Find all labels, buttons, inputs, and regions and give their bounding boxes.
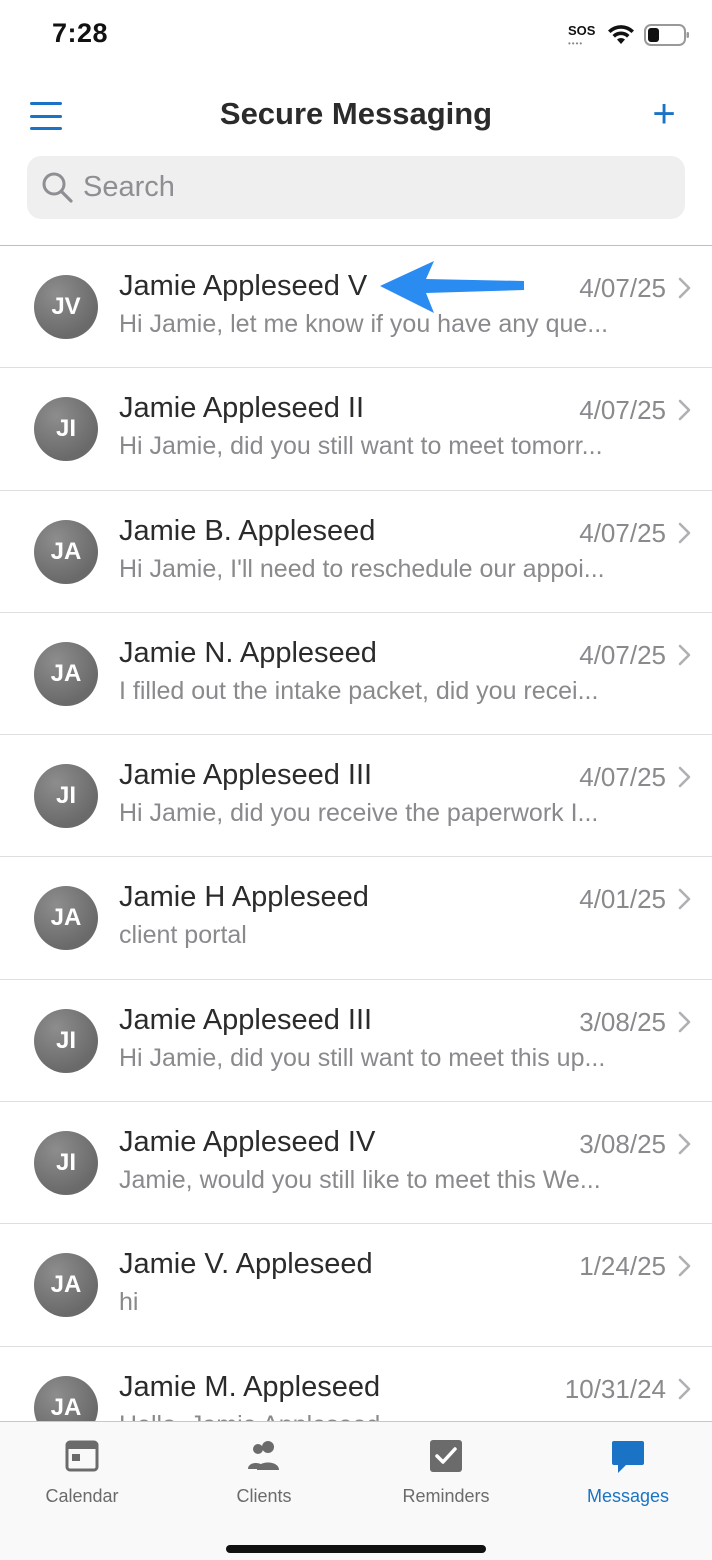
- message-date: 3/08/25: [579, 1006, 666, 1037]
- sos-signal-dots: ••••: [568, 39, 584, 48]
- messages-icon: [612, 1441, 644, 1473]
- navigation-bar: Secure Messaging +: [0, 80, 712, 152]
- annotation-arrow-icon: [380, 261, 524, 313]
- chevron-right-icon: [678, 277, 691, 299]
- avatar: JA: [34, 886, 98, 951]
- message-date: 4/07/25: [579, 639, 666, 670]
- avatar: JI: [34, 1131, 98, 1196]
- avatar: JA: [34, 1375, 98, 1421]
- tab-messages[interactable]: Messages: [563, 1436, 693, 1526]
- avatar: JA: [34, 519, 98, 584]
- chevron-right-icon: [678, 1256, 691, 1277]
- tab-reminders[interactable]: Reminders: [381, 1436, 511, 1526]
- message-date: 10/31/24: [564, 1373, 666, 1404]
- tab-label: Calendar: [45, 1486, 119, 1506]
- sos-indicator: SOS: [568, 23, 596, 38]
- conversation-row[interactable]: JI Jamie Appleseed III 4/07/25 Hi Jamie,…: [0, 735, 712, 858]
- page-title: Secure Messaging: [219, 96, 493, 131]
- search-icon: [42, 172, 73, 203]
- message-date: 4/01/25: [579, 884, 666, 915]
- message-preview: Hi Jamie, did you still want to meet tom…: [119, 432, 603, 461]
- message-preview: Hello, Jamie Appleseed: [119, 1411, 659, 1421]
- tab-clients[interactable]: Clients: [199, 1436, 329, 1526]
- message-preview: Hi Jamie, did you still want to meet thi…: [119, 1043, 606, 1072]
- message-date: 4/07/25: [579, 395, 666, 426]
- message-preview: I filled out the intake packet, did you …: [119, 676, 599, 705]
- clients-icon: [248, 1441, 279, 1470]
- tab-bar: Calendar Clients Reminders Messages: [0, 1421, 712, 1560]
- chevron-right-icon: [678, 399, 691, 421]
- avatar: JV: [34, 275, 98, 339]
- message-date: 3/08/25: [579, 1129, 666, 1160]
- contact-name: Jamie V. Appleseed: [119, 1248, 373, 1281]
- chevron-right-icon: [678, 1133, 691, 1155]
- message-date: 4/07/25: [579, 273, 666, 303]
- contact-name: Jamie Appleseed IV: [119, 1126, 376, 1159]
- wifi-icon: [608, 25, 634, 44]
- contact-name: Jamie M. Appleseed: [119, 1370, 381, 1403]
- search-bar[interactable]: [27, 156, 685, 219]
- message-date: 4/07/25: [579, 762, 666, 793]
- conversation-row[interactable]: JA Jamie H Appleseed 4/01/25 client port…: [0, 857, 712, 980]
- contact-name: Jamie Appleseed III: [119, 759, 373, 792]
- calendar-icon: [65, 1440, 99, 1472]
- contact-name: Jamie Appleseed V: [119, 270, 368, 302]
- contact-name: Jamie N. Appleseed: [119, 636, 377, 669]
- conversation-row[interactable]: JA Jamie V. Appleseed 1/24/25 hi: [0, 1224, 712, 1347]
- conversation-row[interactable]: JI Jamie Appleseed IV 3/08/25 Jamie, wou…: [0, 1102, 712, 1225]
- contact-name: Jamie B. Appleseed: [119, 514, 376, 547]
- reminders-icon: [430, 1440, 462, 1472]
- conversation-row[interactable]: JA Jamie B. Appleseed 4/07/25 Hi Jamie, …: [0, 491, 712, 613]
- tab-label: Reminders: [402, 1486, 490, 1506]
- message-preview: Hi Jamie, did you receive the paperwork …: [119, 799, 599, 828]
- chevron-right-icon: [678, 644, 691, 666]
- tab-label: Messages: [586, 1486, 670, 1506]
- status-time: 7:28: [52, 18, 109, 48]
- avatar: JA: [34, 641, 98, 706]
- tab-calendar[interactable]: Calendar: [17, 1436, 147, 1526]
- chevron-right-icon: [678, 889, 691, 910]
- message-preview: Jamie, would you still like to meet this…: [119, 1166, 601, 1195]
- contact-name: Jamie Appleseed II: [119, 392, 365, 425]
- message-preview: Hi Jamie, I'll need to reschedule our ap…: [119, 554, 605, 583]
- avatar: JI: [34, 764, 98, 829]
- home-indicator[interactable]: [226, 1545, 486, 1553]
- message-date: 4/07/25: [579, 517, 666, 548]
- chevron-right-icon: [678, 766, 691, 788]
- conversation-list[interactable]: JV Jamie Appleseed V 4/07/25 Hi Jamie, l…: [0, 246, 712, 1421]
- message-preview: client portal: [119, 921, 247, 950]
- battery-icon: [644, 24, 689, 46]
- conversation-row[interactable]: JV Jamie Appleseed V 4/07/25 Hi Jamie, l…: [0, 246, 712, 369]
- message-date: 1/24/25: [579, 1251, 666, 1282]
- conversation-row[interactable]: JI Jamie Appleseed III 3/08/25 Hi Jamie,…: [0, 980, 712, 1103]
- avatar: JI: [34, 397, 98, 462]
- conversation-row[interactable]: JI Jamie Appleseed II 4/07/25 Hi Jamie, …: [0, 368, 712, 491]
- conversation-row[interactable]: JA Jamie N. Appleseed 4/07/25 I filled o…: [0, 613, 712, 736]
- tab-label: Clients: [236, 1486, 292, 1506]
- contact-name: Jamie Appleseed III: [119, 1003, 373, 1036]
- avatar: JA: [34, 1253, 98, 1318]
- chevron-right-icon: [678, 1378, 691, 1399]
- conversation-row[interactable]: JA Jamie M. Appleseed 10/31/24 Hello, Ja…: [0, 1347, 712, 1421]
- chevron-right-icon: [678, 522, 691, 543]
- search-input[interactable]: [83, 157, 685, 218]
- status-bar: 7:28 SOS ••••: [0, 0, 712, 72]
- message-preview: hi: [119, 1288, 139, 1317]
- contact-name: Jamie H Appleseed: [119, 881, 369, 914]
- chevron-right-icon: [678, 1011, 691, 1033]
- new-message-button[interactable]: +: [644, 92, 684, 136]
- avatar: JI: [34, 1008, 98, 1073]
